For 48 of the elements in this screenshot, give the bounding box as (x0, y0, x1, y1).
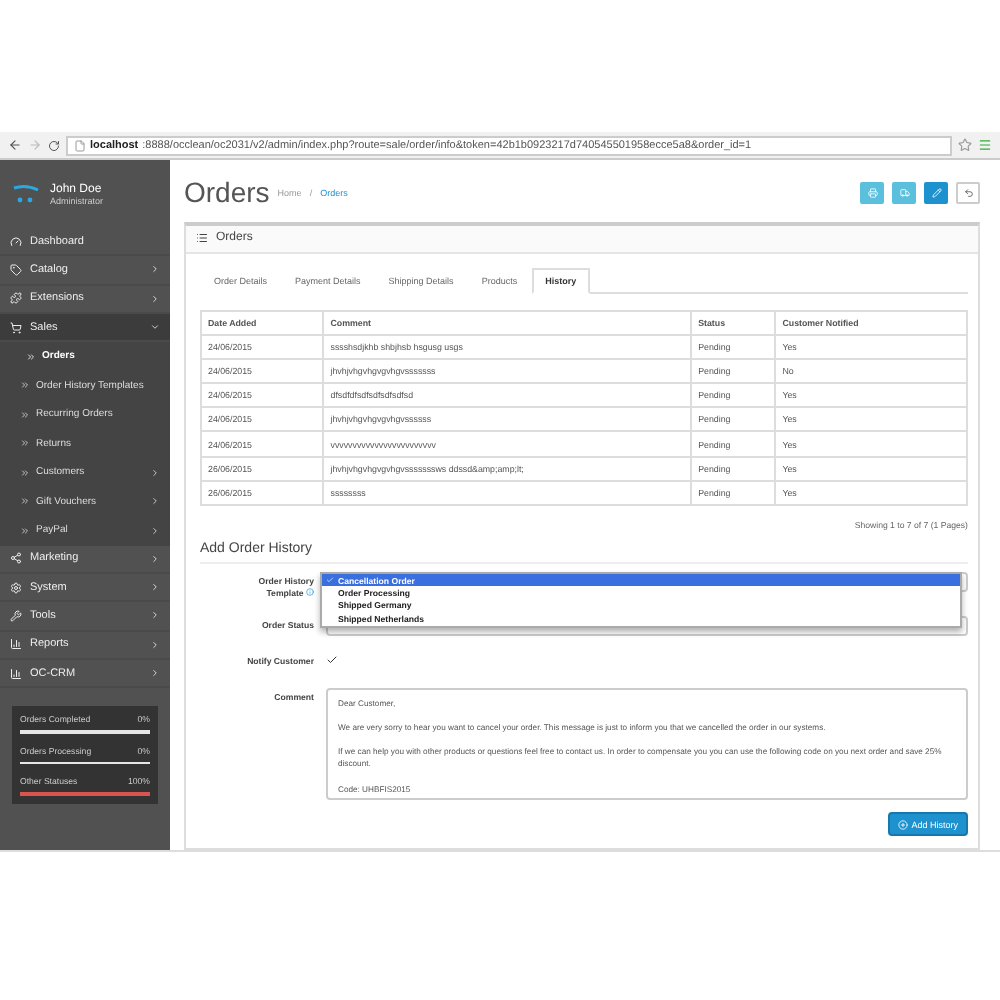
caret-icon (150, 496, 160, 507)
menu-icon[interactable] (978, 138, 992, 152)
edit-button[interactable] (924, 181, 948, 204)
bullet-icon (20, 525, 30, 536)
chart-icon (10, 667, 22, 680)
settings-icon (10, 581, 22, 594)
back-button[interactable] (956, 181, 980, 204)
bullet-icon (20, 380, 30, 391)
forward-icon[interactable] (28, 138, 42, 152)
chart-icon (10, 638, 22, 651)
caret-icon (150, 293, 160, 304)
pencil-icon (931, 187, 941, 198)
back-arrow-icon (963, 187, 973, 198)
list-icon (196, 232, 208, 245)
caret-icon (150, 264, 160, 275)
print-button[interactable] (860, 181, 884, 204)
bullet-icon (26, 351, 36, 362)
bullet-icon (20, 496, 30, 507)
check-icon (326, 654, 338, 666)
caret-icon (150, 610, 160, 621)
printer-icon (867, 187, 877, 198)
shipping-button[interactable] (892, 181, 916, 204)
dashboard-icon (10, 235, 22, 248)
caret-icon (150, 582, 160, 593)
logo-icon (12, 184, 40, 204)
page-title: Orders (184, 176, 270, 209)
bullet-icon (20, 438, 30, 449)
share-icon (10, 552, 22, 565)
caret-icon (150, 668, 160, 679)
cart-icon (10, 321, 22, 334)
star-icon[interactable] (958, 138, 972, 152)
info-icon (306, 588, 314, 596)
truck-icon (899, 187, 909, 198)
reload-icon[interactable] (48, 139, 60, 151)
plus-icon (897, 819, 908, 829)
notify-checkbox[interactable] (326, 652, 342, 668)
back-icon[interactable] (8, 138, 22, 152)
caret-icon (150, 639, 160, 650)
caret-icon (150, 553, 160, 564)
tag-icon (10, 263, 22, 276)
puzzle-icon (10, 292, 22, 305)
caret-icon (150, 322, 160, 333)
caret-icon (150, 467, 160, 478)
bullet-icon (20, 409, 30, 420)
wrench-icon (10, 609, 22, 622)
page-icon (74, 139, 86, 151)
bullet-icon (20, 467, 30, 478)
caret-icon (150, 525, 160, 536)
